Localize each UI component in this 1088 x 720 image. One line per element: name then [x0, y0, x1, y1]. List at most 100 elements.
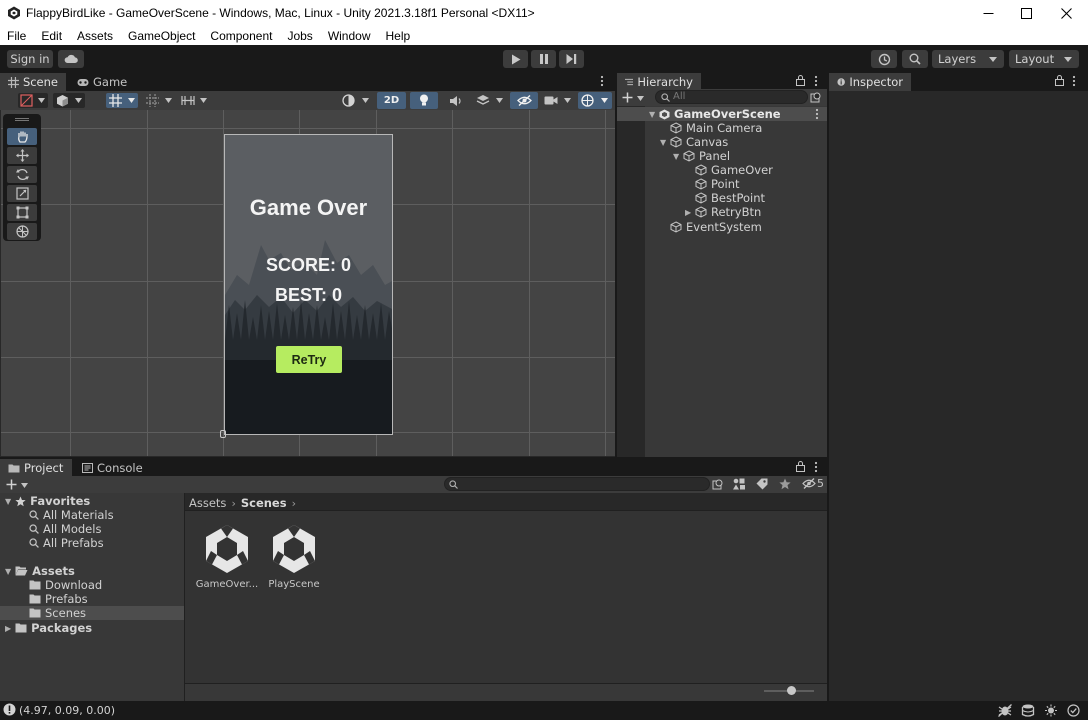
hierarchy-row-bestpoint[interactable]: BestPoint — [617, 191, 827, 205]
expand-arrow-icon[interactable]: ▼ — [673, 152, 681, 161]
retry-button[interactable]: ReTry — [276, 346, 342, 373]
expand-arrow-icon[interactable]: ▼ — [5, 497, 11, 506]
hierarchy-row-gameover[interactable]: GameOver — [617, 163, 827, 177]
toggle-2d-button[interactable]: 2D — [377, 92, 406, 109]
layout-dropdown[interactable]: Layout — [1009, 50, 1079, 68]
transform-tool[interactable] — [7, 223, 37, 240]
hand-tool[interactable] — [7, 128, 37, 145]
favorite-star-icon[interactable] — [779, 478, 791, 490]
scene-asset-gameover[interactable] — [203, 523, 251, 575]
audio-toggle-button[interactable] — [442, 92, 470, 109]
tree-favorites[interactable]: ▼ Favorites — [5, 494, 90, 508]
tree-assets[interactable]: ▼ Assets — [5, 564, 75, 578]
scene-row-more-icon[interactable] — [815, 108, 819, 120]
camera-dropdown[interactable] — [542, 93, 574, 108]
hierarchy-filter-icon[interactable] — [810, 91, 822, 103]
minimize-button[interactable] — [968, 0, 1008, 27]
tree-all-materials[interactable]: All Materials — [29, 508, 114, 522]
hierarchy-row-main-camera[interactable]: Main Camera — [617, 121, 827, 135]
close-button[interactable] — [1046, 0, 1086, 27]
step-button[interactable] — [559, 50, 584, 68]
project-lock-icon[interactable] — [796, 461, 805, 472]
palette-grip[interactable] — [15, 120, 29, 121]
project-create-button[interactable] — [6, 477, 32, 492]
project-more-icon[interactable] — [814, 461, 818, 473]
shading-dropdown[interactable] — [53, 93, 85, 108]
cloud-button[interactable] — [58, 50, 84, 68]
scene-asset-playscene[interactable] — [270, 523, 318, 575]
search-by-type-icon[interactable] — [712, 478, 724, 490]
breadcrumb-scenes[interactable]: Scenes — [241, 496, 287, 510]
hierarchy-row-panel[interactable]: ▼ Panel — [617, 149, 827, 163]
cache-server-icon[interactable] — [1021, 704, 1035, 717]
hierarchy-row-point[interactable]: Point — [617, 177, 827, 191]
tab-project[interactable]: Project — [0, 459, 72, 477]
gizmos-dropdown[interactable] — [578, 92, 612, 109]
grid-snap-dropdown[interactable] — [106, 93, 138, 108]
filter-by-label-icon[interactable] — [756, 478, 768, 490]
menu-assets[interactable]: Assets — [70, 27, 121, 45]
rotate-tool[interactable] — [7, 166, 37, 183]
palette-grip[interactable] — [15, 118, 29, 119]
canvas-panel[interactable]: Game Over SCORE: 0 BEST: 0 ReTry — [224, 134, 393, 435]
hierarchy-more-icon[interactable] — [814, 75, 818, 87]
filter-by-type-icon[interactable] — [733, 478, 746, 490]
menu-component[interactable]: Component — [203, 27, 280, 45]
collapse-arrow-icon[interactable]: ▶ — [685, 208, 693, 217]
breadcrumb-assets[interactable]: Assets — [189, 496, 226, 510]
move-tool[interactable] — [7, 147, 37, 164]
effects-dropdown[interactable] — [474, 93, 506, 108]
draw-mode-dropdown[interactable] — [18, 93, 48, 108]
collapse-arrow-icon[interactable]: ▶ — [5, 624, 11, 633]
expand-arrow-icon[interactable]: ▼ — [649, 110, 657, 119]
scene-visibility-button[interactable] — [510, 92, 538, 109]
rect-tool[interactable] — [7, 204, 37, 221]
expand-arrow-icon[interactable]: ▼ — [660, 138, 668, 147]
tab-scene[interactable]: Scene — [0, 73, 66, 91]
tree-all-prefabs[interactable]: All Prefabs — [29, 536, 104, 550]
menu-window[interactable]: Window — [321, 27, 379, 45]
tree-scenes[interactable]: Scenes — [29, 606, 86, 620]
project-search-input[interactable] — [444, 477, 710, 491]
grid-visibility-dropdown[interactable] — [143, 93, 175, 108]
tab-inspector[interactable]: Inspector — [829, 73, 911, 91]
tree-packages[interactable]: ▶ Packages — [5, 621, 92, 635]
play-button[interactable] — [503, 50, 528, 68]
scene-more-icon[interactable] — [600, 75, 604, 87]
increment-snap-dropdown[interactable] — [178, 93, 210, 108]
tree-download[interactable]: Download — [29, 578, 102, 592]
status-message[interactable]: (4.97, 0.09, 0.00) — [19, 704, 115, 717]
debug-mode-icon[interactable] — [998, 704, 1012, 717]
expand-arrow-icon[interactable]: ▼ — [5, 567, 11, 576]
tree-all-models[interactable]: All Models — [29, 522, 101, 536]
render-mode-dropdown[interactable] — [340, 93, 372, 108]
hierarchy-search-input[interactable]: All — [655, 90, 808, 104]
hierarchy-row-eventsystem[interactable]: EventSystem — [617, 220, 827, 234]
layers-dropdown[interactable]: Layers — [932, 50, 1004, 68]
tab-console[interactable]: Console — [74, 459, 151, 477]
inspector-more-icon[interactable] — [1072, 75, 1076, 87]
hidden-packages-toggle[interactable]: 5 — [802, 477, 824, 490]
pause-button[interactable] — [531, 50, 556, 68]
menu-jobs[interactable]: Jobs — [280, 27, 320, 45]
menu-file[interactable]: File — [0, 27, 34, 45]
tree-prefabs[interactable]: Prefabs — [29, 592, 88, 606]
collab-check-icon[interactable] — [1067, 704, 1080, 717]
menu-gameobject[interactable]: GameObject — [121, 27, 203, 45]
search-button[interactable] — [902, 50, 928, 68]
tab-game[interactable]: Game — [69, 73, 135, 91]
auto-generate-lighting-icon[interactable] — [1044, 704, 1058, 717]
hierarchy-lock-icon[interactable] — [796, 75, 805, 86]
lighting-toggle-button[interactable] — [410, 92, 438, 109]
scale-tool[interactable] — [7, 185, 37, 202]
hierarchy-row-canvas[interactable]: ▼ Canvas — [617, 135, 827, 149]
history-button[interactable] — [871, 50, 897, 68]
menu-edit[interactable]: Edit — [34, 27, 70, 45]
maximize-button[interactable] — [1006, 0, 1046, 27]
sign-in-button[interactable]: Sign in — [7, 50, 53, 68]
menu-help[interactable]: Help — [379, 27, 419, 45]
icon-size-slider-thumb[interactable] — [787, 686, 796, 695]
canvas-anchor-handle[interactable] — [220, 430, 226, 438]
hierarchy-add-button[interactable] — [622, 90, 648, 105]
inspector-lock-icon[interactable] — [1055, 75, 1064, 86]
